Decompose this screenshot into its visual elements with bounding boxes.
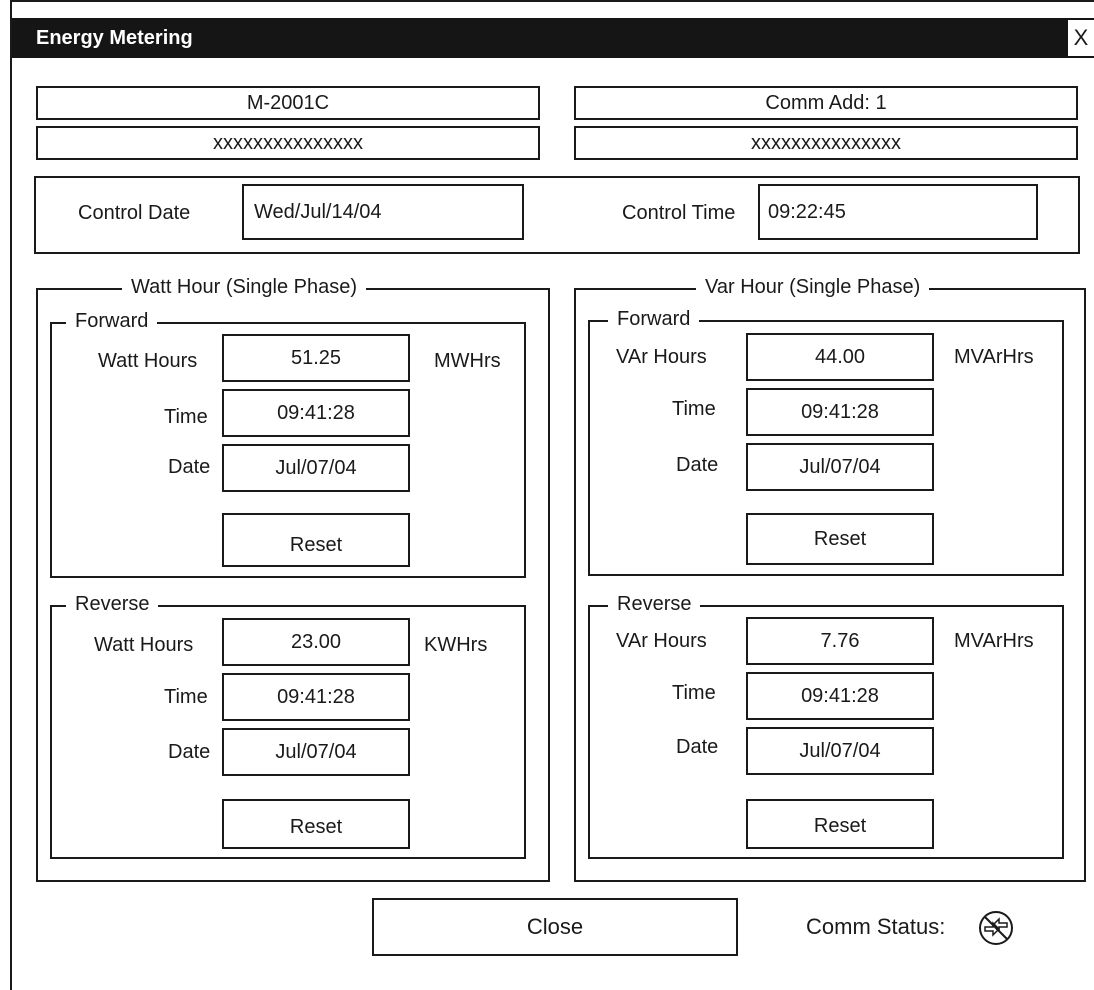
watt-forward-unit: MWHrs xyxy=(434,350,501,372)
var-forward-date-label: Date xyxy=(676,454,719,476)
comm-address-field: Comm Add: 1 xyxy=(574,86,1078,120)
device-serial-field: xxxxxxxxxxxxxxx xyxy=(36,126,540,160)
watt-forward-hours-label: Watt Hours xyxy=(98,350,198,372)
var-reverse-date-label: Date xyxy=(676,736,719,758)
control-time-field[interactable]: 09:22:45 xyxy=(758,184,1038,240)
watt-reverse-date-field: Jul/07/04 xyxy=(222,728,410,776)
var-forward-unit: MVArHrs xyxy=(954,346,1034,368)
var-forward-hours-field: 44.00 xyxy=(746,333,934,381)
var-reverse-time-field: 09:41:28 xyxy=(746,672,934,720)
var-reverse-hours-label: VAr Hours xyxy=(616,630,707,652)
watt-forward-date-field: Jul/07/04 xyxy=(222,444,410,492)
var-forward-time-label: Time xyxy=(672,398,716,420)
watt-reverse-reset-button[interactable]: Reset xyxy=(222,799,410,849)
var-hour-group-title: Var Hour (Single Phase) xyxy=(696,276,930,298)
watt-reverse-date-label: Date xyxy=(168,741,211,763)
var-reverse-title: Reverse xyxy=(608,593,701,615)
var-forward-time-field: 09:41:28 xyxy=(746,388,934,436)
watt-forward-title: Forward xyxy=(66,310,158,332)
watt-forward-time-field: 09:41:28 xyxy=(222,389,410,437)
control-date-label: Control Date xyxy=(78,202,191,224)
var-reverse-date-field: Jul/07/04 xyxy=(746,727,934,775)
watt-reverse-hours-field: 23.00 xyxy=(222,618,410,666)
var-reverse-unit: MVArHrs xyxy=(954,630,1034,652)
control-date-field[interactable]: Wed/Jul/14/04 xyxy=(242,184,524,240)
var-forward-title: Forward xyxy=(608,308,700,330)
var-reverse-reset-button[interactable]: Reset xyxy=(746,799,934,849)
watt-hour-group-title: Watt Hour (Single Phase) xyxy=(122,276,367,298)
close-window-button[interactable]: X xyxy=(1068,20,1094,56)
watt-reverse-unit: KWHrs xyxy=(424,634,488,656)
watt-forward-date-label: Date xyxy=(168,456,211,478)
watt-reverse-time-field: 09:41:28 xyxy=(222,673,410,721)
comm-info-field: xxxxxxxxxxxxxxx xyxy=(574,126,1078,160)
comm-status-label: Comm Status: xyxy=(806,914,946,939)
watt-reverse-time-label: Time xyxy=(164,686,208,708)
var-forward-hours-label: VAr Hours xyxy=(616,346,707,368)
var-reverse-hours-field: 7.76 xyxy=(746,617,934,665)
watt-forward-hours-field: 51.25 xyxy=(222,334,410,382)
watt-forward-time-label: Time xyxy=(164,406,208,428)
window-title: Energy Metering xyxy=(36,27,193,49)
var-forward-reset-button[interactable]: Reset xyxy=(746,513,934,565)
control-time-label: Control Time xyxy=(622,202,736,224)
close-button[interactable]: Close xyxy=(372,898,738,956)
var-reverse-time-label: Time xyxy=(672,682,716,704)
watt-forward-reset-button[interactable]: Reset xyxy=(222,513,410,567)
watt-reverse-hours-label: Watt Hours xyxy=(94,634,194,656)
var-forward-date-field: Jul/07/04 xyxy=(746,443,934,491)
watt-reverse-title: Reverse xyxy=(66,593,159,615)
comm-disconnected-icon xyxy=(976,908,1016,948)
device-model-field: M-2001C xyxy=(36,86,540,120)
